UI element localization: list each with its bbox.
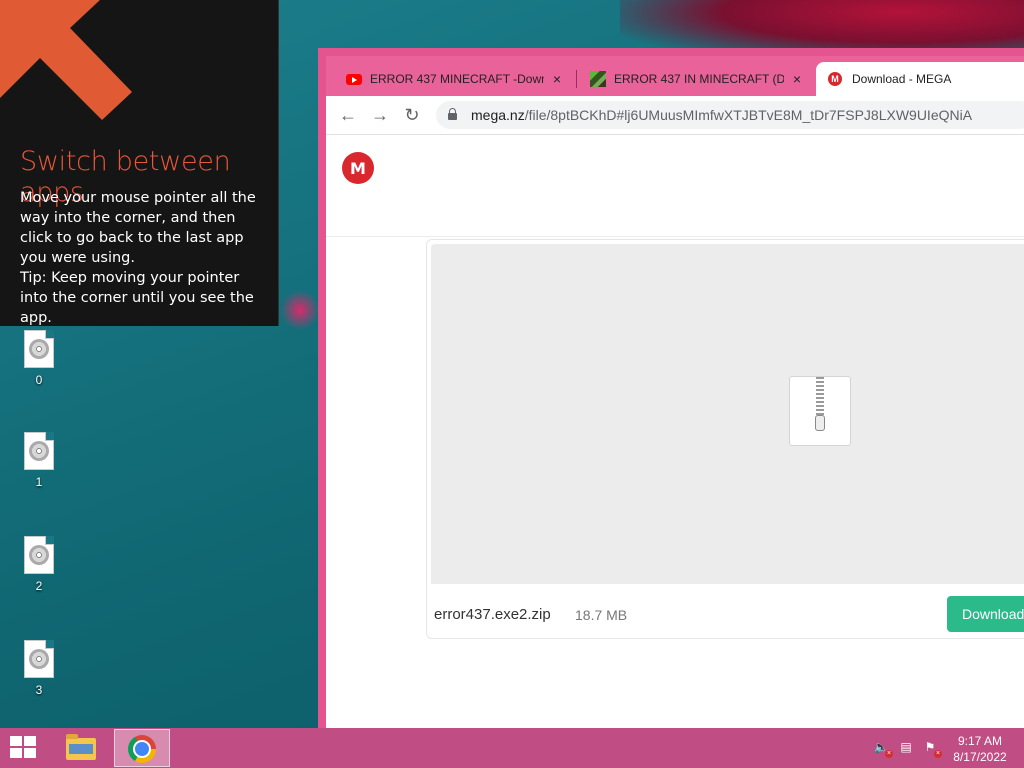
disc-image-file-icon bbox=[24, 330, 54, 368]
tip-hint: Tip: Keep moving your pointer into the c… bbox=[20, 270, 254, 326]
network-icon[interactable]: ▤ bbox=[897, 740, 915, 756]
mega-logo[interactable]: M bbox=[342, 152, 374, 184]
action-center-flag-icon[interactable]: ⚑ × bbox=[921, 740, 942, 758]
tab-minecraft[interactable]: ERROR 437 IN MINECRAFT (DOWNLOAD × bbox=[578, 62, 816, 96]
desktop-icon-1[interactable]: 1 bbox=[18, 432, 60, 489]
tab-mega[interactable]: M Download - MEGA bbox=[816, 62, 1024, 96]
desktop-icon-label: 1 bbox=[35, 475, 43, 489]
volume-muted-icon[interactable]: 🔈 × bbox=[872, 740, 893, 758]
desktop-icon-3[interactable]: 3 bbox=[18, 640, 60, 697]
clock-time: 9:17 AM bbox=[957, 734, 1003, 748]
taskbar-clock[interactable]: 9:17 AM 8/17/2022 bbox=[946, 733, 1014, 765]
disc-image-file-icon bbox=[24, 536, 54, 574]
taskbar-file-explorer[interactable] bbox=[52, 729, 108, 767]
taskbar: 🔈 × ▤ ⚑ × 9:17 AM 8/17/2022 bbox=[0, 728, 1024, 768]
switch-apps-tip: Switch between apps Move your mouse poin… bbox=[0, 0, 279, 326]
tab-label: ERROR 437 MINECRAFT -Download bbox=[370, 72, 544, 86]
address-bar[interactable]: mega.nz/file/8ptBCKhD#lj6UMuusMImfwXTJBT… bbox=[436, 101, 1024, 129]
tab-label: Download - MEGA bbox=[852, 72, 952, 86]
windows-start-icon[interactable] bbox=[10, 736, 38, 760]
file-name: error437.exe2.zip bbox=[434, 606, 551, 623]
tab-youtube[interactable]: ERROR 437 MINECRAFT -Download × bbox=[334, 62, 576, 96]
wallpaper-accent-small bbox=[280, 290, 320, 330]
zip-file-icon bbox=[789, 376, 851, 446]
folder-icon bbox=[66, 734, 96, 760]
browser-toolbar: ← → ↻ mega.nz/file/8ptBCKhD#lj6UMuusMImf… bbox=[326, 96, 1024, 135]
tab-separator bbox=[576, 70, 577, 88]
chrome-icon bbox=[128, 735, 156, 763]
lock-icon bbox=[448, 108, 457, 120]
mega-icon: M bbox=[828, 72, 842, 86]
close-icon[interactable]: × bbox=[550, 71, 564, 87]
disc-image-file-icon bbox=[24, 432, 54, 470]
desktop-icon-0[interactable]: 0 bbox=[18, 330, 60, 387]
chrome-window: ERROR 437 MINECRAFT -Download × ERROR 43… bbox=[318, 48, 1024, 734]
tip-body: Move your mouse pointer all the way into… bbox=[20, 188, 265, 328]
desktop-icon-label: 0 bbox=[35, 373, 43, 387]
tab-strip: ERROR 437 MINECRAFT -Download × ERROR 43… bbox=[326, 56, 1024, 96]
forward-icon[interactable]: → bbox=[370, 105, 390, 125]
download-button[interactable]: Download bbox=[947, 596, 1024, 632]
youtube-icon bbox=[346, 73, 362, 85]
minecraft-icon bbox=[590, 71, 606, 87]
file-preview bbox=[431, 244, 1024, 584]
clock-date: 8/17/2022 bbox=[953, 750, 1007, 764]
disc-image-file-icon bbox=[24, 640, 54, 678]
tab-label: ERROR 437 IN MINECRAFT (DOWNLOAD bbox=[614, 72, 784, 86]
close-icon[interactable]: × bbox=[790, 71, 804, 87]
reload-icon[interactable]: ↻ bbox=[402, 105, 422, 125]
desktop-icon-label: 2 bbox=[35, 579, 43, 593]
browser-content: ERROR 437 MINECRAFT -Download × ERROR 43… bbox=[326, 56, 1024, 734]
url-path: /file/8ptBCKhD#lj6UMuusMImfwXTJBTvE8M_tD… bbox=[524, 107, 973, 123]
corner-arrow-icon bbox=[0, 0, 132, 120]
tip-text: Move your mouse pointer all the way into… bbox=[20, 190, 256, 266]
header-divider bbox=[326, 236, 1024, 237]
file-size: 18.7 MB bbox=[575, 607, 628, 623]
file-card: error437.exe2.zip 18.7 MB Download bbox=[426, 239, 1024, 639]
url-host: mega.nz bbox=[471, 107, 525, 123]
desktop-icon-2[interactable]: 2 bbox=[18, 536, 60, 593]
taskbar-chrome[interactable] bbox=[114, 729, 170, 767]
back-icon[interactable]: ← bbox=[338, 105, 358, 125]
mega-page: M error437.exe2.zip 18.7 MB Download bbox=[326, 135, 1024, 734]
desktop-icon-label: 3 bbox=[35, 683, 43, 697]
